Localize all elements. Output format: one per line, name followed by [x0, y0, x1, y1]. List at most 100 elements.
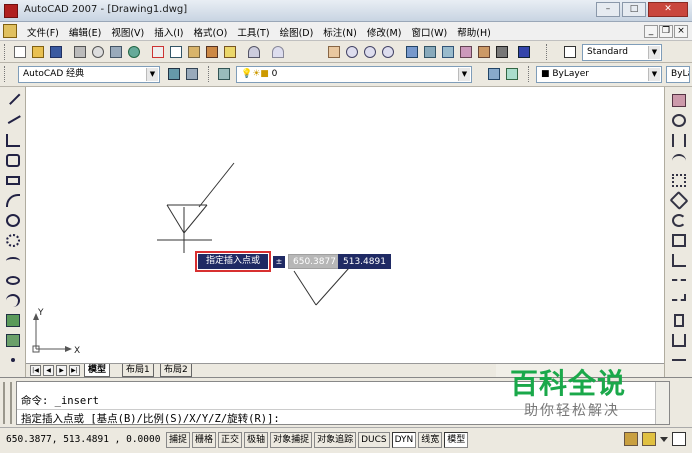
menu-draw[interactable]: 绘图(D): [275, 25, 319, 39]
block-editor-button[interactable]: [222, 44, 238, 60]
save-workspace-button[interactable]: [184, 66, 200, 82]
array-tool[interactable]: [671, 173, 687, 188]
ortho-toggle[interactable]: 正交: [218, 432, 243, 448]
linetype-combo[interactable]: ByLayer: [666, 66, 690, 83]
ellipse-arc-tool[interactable]: [5, 293, 21, 308]
doc-minimize-button[interactable]: _: [644, 25, 658, 38]
offset-tool[interactable]: [671, 153, 687, 168]
help-button[interactable]: [516, 44, 532, 60]
menu-insert[interactable]: 插入(I): [149, 25, 188, 39]
layer-previous-button[interactable]: [504, 66, 520, 82]
save-button[interactable]: [48, 44, 64, 60]
command-panel-grip[interactable]: [3, 382, 12, 424]
document-icon[interactable]: [3, 24, 17, 38]
copy-tool[interactable]: [671, 113, 687, 128]
ducs-toggle[interactable]: DUCS: [358, 432, 390, 448]
menu-tools[interactable]: 工具(T): [232, 25, 274, 39]
layer-combo[interactable]: 💡☀■ 0 ▼: [236, 66, 472, 83]
extend-tool[interactable]: [671, 293, 687, 308]
toolbar-grip-layers[interactable]: [208, 66, 211, 82]
cut-button[interactable]: [150, 44, 166, 60]
scale-tool[interactable]: [671, 233, 687, 248]
autocad-app-icon[interactable]: [4, 4, 18, 18]
minimize-button[interactable]: –: [596, 2, 620, 17]
break-tool[interactable]: [671, 333, 687, 348]
toolbar-grip-workspace[interactable]: [4, 66, 7, 82]
plot-button[interactable]: [72, 44, 88, 60]
construction-line-tool[interactable]: [5, 110, 21, 128]
menu-file[interactable]: 文件(F): [22, 25, 64, 39]
grid-toggle[interactable]: 栅格: [192, 432, 217, 448]
redo-button[interactable]: [270, 44, 286, 60]
close-button[interactable]: ✕: [648, 2, 688, 17]
command-input[interactable]: 指定插入点或 [基点(B)/比例(S)/X/Y/Z/旋转(R)]:: [21, 411, 280, 426]
design-center-button[interactable]: [422, 44, 438, 60]
text-style-combo[interactable]: Standard ▼: [582, 44, 662, 61]
dynamic-input-y[interactable]: 513.4891: [338, 254, 391, 269]
rotate-tool[interactable]: [671, 213, 687, 228]
make-block-tool[interactable]: [5, 333, 21, 348]
arc-tool[interactable]: [5, 193, 21, 208]
move-tool[interactable]: [669, 190, 689, 211]
menu-edit[interactable]: 编辑(E): [64, 25, 106, 39]
markup-button[interactable]: [476, 44, 492, 60]
chevron-down-icon[interactable]: ▼: [458, 68, 470, 81]
trim-tool[interactable]: [671, 273, 687, 288]
chevron-down-icon[interactable]: [660, 437, 668, 442]
open-button[interactable]: [30, 44, 46, 60]
layer-manager-button[interactable]: [216, 66, 232, 82]
match-properties-button[interactable]: [204, 44, 220, 60]
make-object-layer-current-button[interactable]: [486, 66, 502, 82]
osnap-toggle[interactable]: 对象捕捉: [270, 432, 313, 448]
prev-layout-button[interactable]: ◀: [43, 365, 54, 376]
color-combo[interactable]: ■ ByLayer ▼: [536, 66, 662, 83]
menu-format[interactable]: 格式(O): [188, 25, 232, 39]
break-at-point-tool[interactable]: [671, 313, 687, 328]
revision-cloud-tool[interactable]: [5, 233, 21, 248]
sheet-set-button[interactable]: [458, 44, 474, 60]
mirror-tool[interactable]: [671, 133, 687, 148]
lineweight-toggle[interactable]: 线宽: [418, 432, 443, 448]
communication-center-icon[interactable]: [624, 432, 638, 446]
line-tool[interactable]: [5, 90, 21, 108]
tab-layout1[interactable]: 布局1: [122, 364, 154, 377]
toolbar-grip-properties[interactable]: [528, 66, 531, 82]
join-tool[interactable]: [671, 353, 687, 368]
lock-icon[interactable]: [642, 432, 656, 446]
paste-button[interactable]: [186, 44, 202, 60]
text-style-manager-button[interactable]: [562, 44, 578, 60]
circle-tool[interactable]: [5, 213, 21, 228]
menu-help[interactable]: 帮助(H): [452, 25, 496, 39]
last-layout-button[interactable]: ▶|: [69, 365, 80, 376]
zoom-realtime-button[interactable]: [344, 44, 360, 60]
clean-screen-icon[interactable]: [672, 432, 686, 446]
stretch-tool[interactable]: [671, 253, 687, 268]
properties-button[interactable]: [404, 44, 420, 60]
menu-modify[interactable]: 修改(M): [362, 25, 407, 39]
tab-model[interactable]: 模型: [84, 364, 111, 377]
publish-button[interactable]: [108, 44, 124, 60]
tool-palettes-button[interactable]: [440, 44, 456, 60]
menu-window[interactable]: 窗口(W): [406, 25, 452, 39]
dynamic-input-x[interactable]: 650.3877: [288, 254, 341, 269]
next-layout-button[interactable]: ▶: [56, 365, 67, 376]
chevron-down-icon[interactable]: ▼: [648, 68, 660, 81]
undo-button[interactable]: [246, 44, 262, 60]
workspace-settings-button[interactable]: [166, 66, 182, 82]
zoom-previous-button[interactable]: [380, 44, 396, 60]
pan-realtime-button[interactable]: [326, 44, 342, 60]
copy-button[interactable]: [168, 44, 184, 60]
toolbar-grip[interactable]: [4, 44, 7, 60]
point-tool[interactable]: [5, 353, 21, 368]
toolbar-grip-styles[interactable]: [546, 44, 549, 60]
ellipse-tool[interactable]: [5, 273, 21, 288]
doc-restore-button[interactable]: ❐: [659, 25, 673, 38]
polyline-tool[interactable]: [5, 133, 21, 148]
chevron-down-icon[interactable]: ▼: [648, 46, 660, 59]
model-space-toggle[interactable]: 模型: [444, 432, 469, 448]
drawing-canvas[interactable]: Y X: [26, 87, 664, 363]
quickcalc-button[interactable]: [494, 44, 510, 60]
qnew-button[interactable]: [12, 44, 28, 60]
first-layout-button[interactable]: |◀: [30, 365, 41, 376]
otrack-toggle[interactable]: 对象追踪: [314, 432, 357, 448]
